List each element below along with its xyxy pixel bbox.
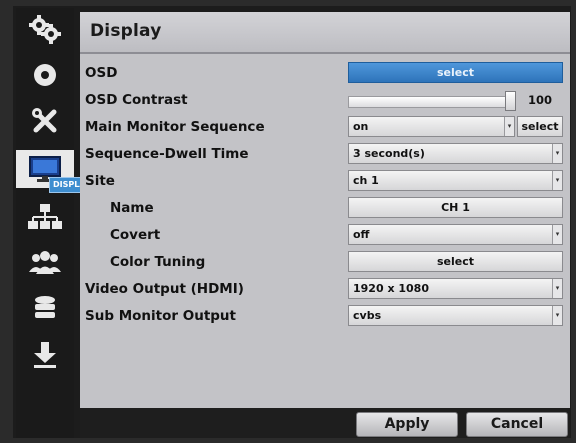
chevron-down-icon: ▾ xyxy=(552,144,562,163)
covert-dropdown[interactable]: off ▾ xyxy=(348,224,563,245)
sidebar-item-tools[interactable] xyxy=(16,102,74,140)
title-bar: Display xyxy=(80,12,570,54)
osd-select-button[interactable]: select xyxy=(348,62,563,83)
cancel-button[interactable]: Cancel xyxy=(466,412,568,437)
network-icon xyxy=(28,204,62,229)
main-monitor-sequence-label: Main Monitor Sequence xyxy=(85,119,265,135)
sidebar-item-record[interactable] xyxy=(16,56,74,94)
page-title: Display xyxy=(90,21,162,41)
sequence-dwell-time-value: 3 second(s) xyxy=(353,147,425,160)
disc-icon xyxy=(34,64,56,86)
users-icon xyxy=(29,251,61,274)
sub-monitor-output-dropdown[interactable]: cvbs ▾ xyxy=(348,305,563,326)
sidebar-item-storage[interactable] xyxy=(16,290,74,328)
sub-monitor-output-label: Sub Monitor Output xyxy=(85,308,236,324)
chevron-down-icon: ▾ xyxy=(552,306,562,325)
download-icon xyxy=(34,342,56,368)
chevron-down-icon: ▾ xyxy=(552,279,562,298)
storage-icon xyxy=(35,296,55,318)
osd-contrast-slider-thumb[interactable] xyxy=(505,91,516,111)
osd-contrast-value: 100 xyxy=(528,93,553,107)
site-value: ch 1 xyxy=(353,174,379,187)
main-monitor-sequence-dropdown[interactable]: on ▾ xyxy=(348,116,515,137)
gears-icon xyxy=(29,15,61,44)
sidebar xyxy=(16,8,74,438)
sidebar-item-system[interactable] xyxy=(16,10,74,48)
site-label: Site xyxy=(85,173,115,189)
name-button[interactable]: CH 1 xyxy=(348,197,563,218)
osd-contrast-slider[interactable] xyxy=(348,96,510,108)
main-monitor-sequence-select-button[interactable]: select xyxy=(517,116,563,137)
color-tuning-label: Color Tuning xyxy=(110,254,206,270)
name-label: Name xyxy=(110,200,154,216)
osd-contrast-label: OSD Contrast xyxy=(85,92,188,108)
video-output-hdmi-label: Video Output (HDMI) xyxy=(85,281,244,297)
apply-button[interactable]: Apply xyxy=(356,412,458,437)
video-output-hdmi-dropdown[interactable]: 1920 x 1080 ▾ xyxy=(348,278,563,299)
chevron-down-icon: ▾ xyxy=(552,225,562,244)
osd-label: OSD xyxy=(85,65,118,81)
site-dropdown[interactable]: ch 1 ▾ xyxy=(348,170,563,191)
settings-panel: Display OSD select OSD Contrast 100 Main… xyxy=(80,12,570,408)
covert-value: off xyxy=(353,228,370,241)
sidebar-item-network[interactable] xyxy=(16,198,74,236)
sequence-dwell-time-label: Sequence-Dwell Time xyxy=(85,146,249,162)
sequence-dwell-time-dropdown[interactable]: 3 second(s) ▾ xyxy=(348,143,563,164)
sub-monitor-output-value: cvbs xyxy=(353,309,382,322)
main-monitor-sequence-value: on xyxy=(353,120,369,133)
chevron-down-icon: ▾ xyxy=(504,117,514,136)
sidebar-item-update[interactable] xyxy=(16,336,74,374)
covert-label: Covert xyxy=(110,227,161,243)
color-tuning-select-button[interactable]: select xyxy=(348,251,563,272)
chevron-down-icon: ▾ xyxy=(552,171,562,190)
video-output-hdmi-value: 1920 x 1080 xyxy=(353,282,429,295)
sidebar-item-users[interactable] xyxy=(16,244,74,282)
tools-icon xyxy=(32,108,57,133)
